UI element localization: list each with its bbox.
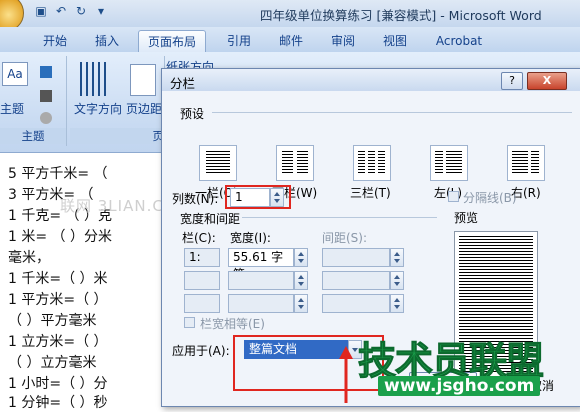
redo-icon[interactable]: ↻	[74, 4, 88, 18]
doc-line: 5 平方千米= （	[8, 166, 108, 182]
quick-access-toolbar: ▣ ↶ ↻ ▾	[34, 4, 108, 18]
doc-line: （ ）立方毫米	[8, 355, 97, 371]
preset-three-columns[interactable]	[353, 145, 391, 181]
column-3-spacing-spinner	[390, 294, 404, 313]
equal-width-label: 栏宽相等(E)	[200, 317, 265, 331]
presets-divider	[212, 112, 572, 113]
margins-icon[interactable]	[130, 64, 156, 96]
ribbon-tabs: 开始 插入 页面布局 引用 邮件 审阅 视图 Acrobat	[0, 27, 580, 53]
columns-highlight-box	[225, 185, 291, 209]
preset-two-columns[interactable]	[276, 145, 314, 181]
title-bar: ▣ ↶ ↻ ▾ 四年级单位换算练习 [兼容模式] - Microsoft Wor…	[0, 0, 580, 32]
doc-line: 1 小时=（ ）分	[8, 376, 108, 392]
column-1-number: 1:	[184, 248, 220, 267]
column-1-spacing-spinner	[390, 248, 404, 267]
columns-count-label: 列数(N):	[172, 192, 219, 206]
tab-view[interactable]: 视图	[378, 30, 412, 52]
presets-label: 预设	[180, 107, 205, 121]
tab-page-layout[interactable]: 页面布局	[138, 30, 206, 53]
column-2-spacing-spinner	[390, 271, 404, 290]
site-logo: 技术员联盟 www.jsgho.com	[357, 330, 580, 405]
doc-line: 1 米= （ ）分米	[8, 229, 112, 245]
red-arrow-annotation	[339, 346, 353, 403]
width-spacing-divider	[242, 217, 437, 218]
close-button[interactable]: X	[527, 72, 567, 90]
text-direction-icon[interactable]	[80, 62, 108, 96]
preview-label: 预览	[454, 211, 479, 225]
column-3-spacing-input	[322, 294, 390, 313]
qat-dropdown-icon[interactable]: ▾	[94, 4, 108, 18]
tab-acrobat[interactable]: Acrobat	[430, 30, 488, 52]
colors-icon[interactable]	[40, 66, 52, 78]
column-3-width-spinner	[294, 294, 308, 313]
tab-references[interactable]: 引用	[222, 30, 256, 52]
tab-review[interactable]: 审阅	[326, 30, 360, 52]
width-header: 宽度(I):	[230, 231, 271, 245]
column-2-spacing-input	[322, 271, 390, 290]
dialog-title-bar[interactable]: 分栏 ? X	[162, 69, 580, 91]
themes-icon[interactable]: Aa	[2, 62, 28, 86]
doc-line: 1 平方米=（ ）	[8, 292, 108, 308]
column-1-width-input[interactable]: 55.61 字符	[228, 248, 294, 281]
page-setup-group-label: 页	[70, 128, 164, 144]
equal-width-checkbox[interactable]	[184, 317, 195, 328]
column-3-width-input	[228, 294, 294, 313]
preset-left[interactable]	[430, 145, 468, 181]
column-3-number	[184, 294, 220, 313]
tab-home[interactable]: 开始	[38, 30, 72, 52]
logo-url-text: www.jsgho.com	[378, 376, 541, 396]
margins-button[interactable]: 页边距	[126, 100, 162, 117]
column-1-spacing-input	[322, 248, 390, 267]
effects-icon[interactable]	[40, 112, 52, 124]
doc-line: （ ）平方毫米	[8, 313, 97, 329]
themes-button-label[interactable]: 主题	[0, 100, 24, 117]
dialog-title: 分栏	[170, 76, 196, 91]
width-spacing-label: 宽度和间距	[180, 212, 241, 226]
preset-right[interactable]	[507, 145, 545, 181]
window-title: 四年级单位换算练习 [兼容模式] - Microsoft Word	[260, 8, 542, 23]
help-button[interactable]: ?	[501, 72, 523, 90]
page-setup-group: 文字方向 页边距 页	[70, 56, 165, 146]
tab-mailings[interactable]: 邮件	[274, 30, 308, 52]
column-1-width-spinner[interactable]	[294, 248, 308, 267]
preset-three-columns-label[interactable]: 三栏(T)	[350, 184, 391, 201]
theme-group: Aa 主题 主题	[0, 56, 67, 146]
doc-line: 1 立方米=（ ）	[8, 334, 108, 350]
column-2-number	[184, 271, 220, 290]
column-number-header: 栏(C):	[182, 231, 216, 245]
doc-line: 1 分钟=（ ）秒	[8, 395, 108, 411]
preset-one-column[interactable]	[199, 145, 237, 181]
column-2-width-spinner	[294, 271, 308, 290]
undo-icon[interactable]: ↶	[54, 4, 68, 18]
apply-to-label: 应用于(A):	[172, 344, 230, 358]
separator-checkbox[interactable]	[448, 191, 459, 202]
tab-insert[interactable]: 插入	[90, 30, 124, 52]
save-icon[interactable]: ▣	[34, 4, 48, 18]
doc-line: 毫米，	[8, 250, 50, 266]
theme-group-label: 主题	[0, 128, 66, 144]
column-2-width-input	[228, 271, 294, 290]
separator-label: 分隔线(B)	[463, 191, 517, 205]
spacing-header: 间距(S):	[322, 231, 368, 245]
fonts-icon[interactable]	[40, 90, 52, 102]
text-direction-button[interactable]: 文字方向	[74, 100, 122, 117]
doc-line: 1 千米=（ ）米	[8, 271, 108, 287]
